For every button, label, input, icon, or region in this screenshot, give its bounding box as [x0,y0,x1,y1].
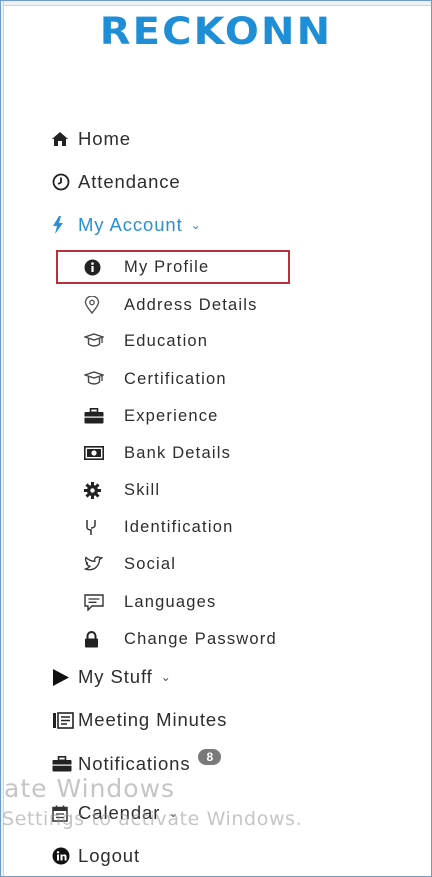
sidebar-item-label: Meeting Minutes [78,709,228,730]
play-icon [52,666,78,688]
info-circle-icon [84,256,124,278]
sidebar-subitem-education[interactable]: Education [84,330,208,352]
sidebar-item-label: Notifications [78,753,191,774]
sidebar-subitem-identification[interactable]: Identification [84,516,233,538]
sidebar-subitem-label: Change Password [124,629,277,648]
sidebar-subitem-label: Experience [124,406,219,425]
notification-count-badge: 8 [198,749,222,765]
sidebar-subitem-label: My Profile [124,257,210,276]
sidebar-subitem-experience[interactable]: Experience [84,405,219,427]
chevron-down-icon: ⌄ [190,218,201,232]
sidebar-subitem-address-details[interactable]: Address Details [84,294,258,316]
graduation-cap-icon [84,330,124,352]
sidebar-subitem-my-profile[interactable]: My Profile [84,256,209,278]
sidebar-subitem-skill[interactable]: Skill [84,479,160,501]
sidebar-item-calendar[interactable]: Calendar ⌄ [52,802,178,824]
briefcase-icon [84,405,124,427]
linkedin-icon [52,845,78,867]
money-icon [84,442,124,464]
bolt-icon [52,214,78,236]
sidebar-item-logout[interactable]: Logout [52,845,140,867]
sidebar-item-home[interactable]: Home [52,128,131,150]
gear-icon [84,479,124,501]
fingerprint-icon [84,516,124,538]
home-icon [52,128,78,150]
chevron-down-icon: ⌄ [168,806,179,820]
sidebar-subitem-languages[interactable]: Languages [84,591,216,613]
sidebar-item-meeting-minutes[interactable]: Meeting Minutes [52,709,227,731]
sidebar-subitem-label: Languages [124,592,217,611]
chevron-down-icon: ⌄ [160,670,171,684]
notebook-icon [52,709,78,731]
sidebar-item-my-stuff[interactable]: My Stuff ⌄ [52,666,171,688]
sidebar-item-notifications[interactable]: Notifications 8 [52,749,222,775]
sidebar-subitem-label: Address Details [124,295,258,314]
chat-icon [84,591,124,613]
sidebar-item-label: My Stuff [78,666,153,687]
sidebar-nav: Home Attendance My Account ⌄ My Profile … [0,0,432,877]
sidebar-subitem-label: Education [124,331,209,350]
sidebar-item-label: Calendar [78,802,161,823]
sidebar-subitem-certification[interactable]: Certification [84,368,227,390]
lock-icon [84,628,124,650]
sidebar-item-label: Attendance [78,171,181,192]
calendar-icon [52,802,78,824]
sidebar-item-label: Logout [78,845,140,866]
sidebar-subitem-label: Identification [124,517,234,536]
briefcase-icon [52,753,78,775]
sidebar-subitem-change-password[interactable]: Change Password [84,628,277,650]
map-pin-icon [84,294,124,316]
sidebar-item-label: Home [78,128,131,149]
sidebar-subitem-label: Bank Details [124,443,232,462]
sidebar-subitem-label: Social [124,554,177,573]
graduation-cap-icon [84,368,124,390]
sidebar-item-attendance[interactable]: Attendance [52,171,181,193]
sidebar-subitem-label: Skill [124,480,161,499]
sidebar-item-label: My Account [78,214,183,235]
sidebar-item-my-account[interactable]: My Account ⌄ [52,214,201,236]
clock-icon [52,171,78,193]
sidebar-subitem-label: Certification [124,369,227,388]
sidebar-subitem-bank-details[interactable]: Bank Details [84,442,231,464]
sidebar-subitem-social[interactable]: Social [84,553,176,575]
twitter-icon [84,553,124,575]
